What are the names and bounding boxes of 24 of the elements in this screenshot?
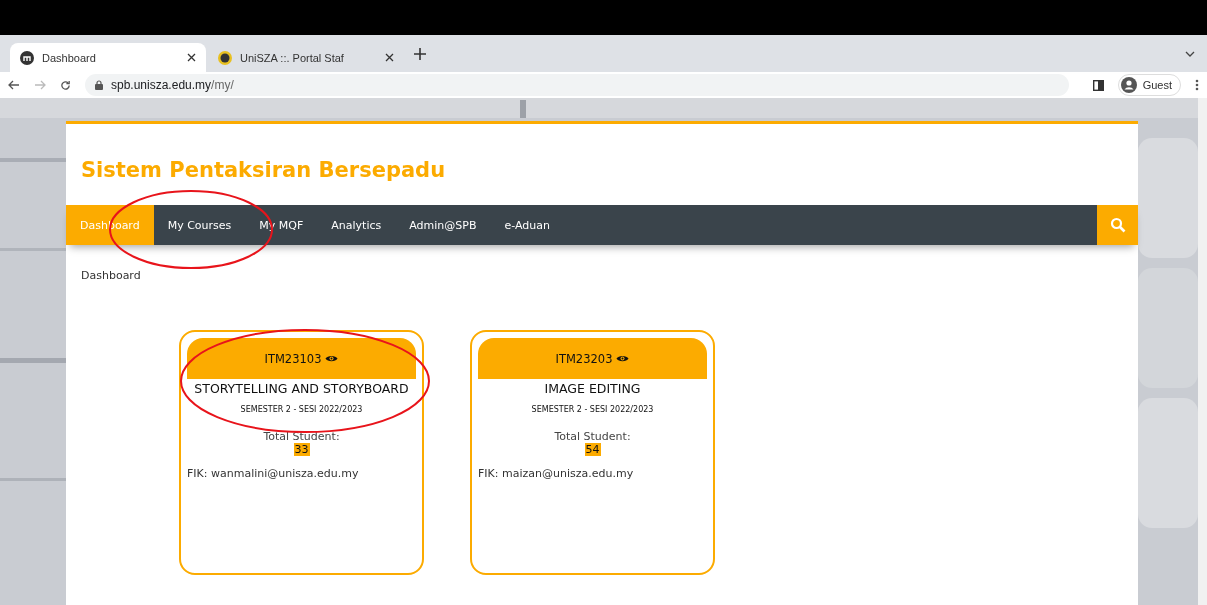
address-bar[interactable]: spb.unisza.edu.my/my/	[85, 74, 1069, 96]
site-title: Sistem Pentaksiran Bersepadu	[81, 158, 447, 184]
browser-tab[interactable]: UniSZA ::. Portal Staf	[208, 43, 404, 72]
nav-item[interactable]: My Courses	[153, 205, 246, 245]
course-name: IMAGE EDITING	[544, 381, 641, 396]
lecturer-email: FIK: wanmalini@unisza.edu.my	[187, 467, 359, 480]
students-label: Total Student:	[263, 430, 340, 443]
semester-text: SEMESTER 2 - SESI 2022/2023	[240, 405, 363, 414]
student-count: 54	[584, 443, 601, 456]
students-label: Total Student:	[554, 430, 631, 443]
nav-item[interactable]: e-Aduan	[490, 205, 564, 245]
course-code: ITM23203	[555, 351, 613, 366]
course-card[interactable]: ITM23203 IMAGE EDITING SEMESTER 2 - SESI 2022/2023 Total Student: 54 FIK: maizan@unisza.edu.my	[470, 330, 715, 575]
lecturer-email: FIK: maizan@unisza.edu.my	[478, 467, 634, 480]
url-text: spb.unisza.edu.my/my/	[111, 78, 234, 92]
browser-tab[interactable]: Dashboard	[10, 43, 206, 72]
semester-text: SEMESTER 2 - SESI 2022/2023	[531, 405, 654, 414]
nav-item[interactable]: Admin@SPB	[395, 205, 491, 245]
nav-item[interactable]: Analytics	[317, 205, 396, 245]
course-card[interactable]: ITM23103 STORYTELLING AND STORYBOARD SEMESTER 2 - SESI 2022/2023 Total Student: 33 FIK: wanmalini@unisza.edu.my	[179, 330, 424, 575]
student-count: 33	[293, 443, 310, 456]
course-name: STORYTELLING AND STORYBOARD	[194, 381, 409, 396]
course-code: ITM23103	[264, 351, 322, 366]
breadcrumb: Dashboard	[81, 269, 142, 282]
